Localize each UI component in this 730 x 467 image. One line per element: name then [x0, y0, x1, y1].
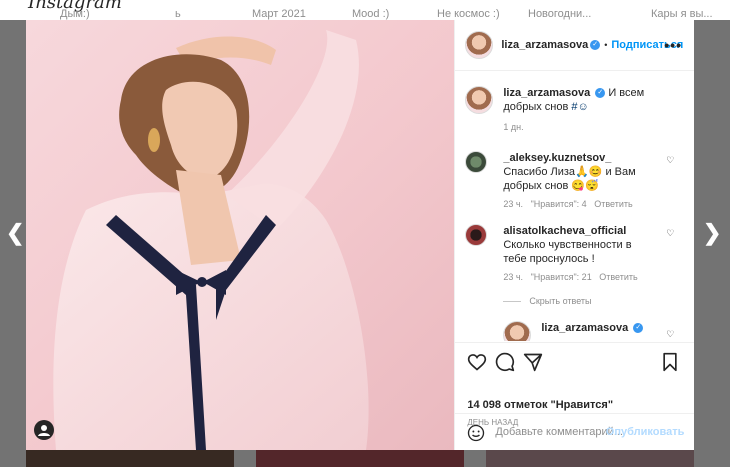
verified-badge-icon: ✓ [595, 88, 606, 99]
commenter-username[interactable]: alisatolkacheva_official [503, 225, 626, 237]
reply-item: liza_arzamasova ✓ ♡ [503, 321, 694, 341]
reply-username[interactable]: liza_arzamasova [541, 322, 628, 334]
share-send-icon[interactable] [523, 352, 543, 377]
caption-username[interactable]: liza_arzamasova [503, 87, 590, 99]
post-modal: liza_arzamasova ✓ • Подписаться ••• liza… [26, 20, 695, 451]
comment-age: 23 ч. [503, 272, 524, 282]
more-options-label: ••• [664, 37, 682, 53]
like-comment-heart-icon[interactable]: ♡ [666, 228, 674, 239]
caption-age: 1 дн. [503, 122, 524, 132]
reply-avatar[interactable] [503, 321, 532, 341]
hide-replies-toggle[interactable]: Скрыть ответы [503, 296, 592, 306]
separator-dot: • [604, 40, 608, 50]
comment-likes[interactable]: "Нравится": 4 [531, 199, 587, 209]
highlight-label[interactable]: ь [175, 8, 181, 20]
highlight-label[interactable]: Март 2021 [252, 8, 306, 20]
author-username[interactable]: liza_arzamasova [501, 39, 588, 51]
caption: liza_arzamasova ✓ И всем добрых снов #☺ … [465, 86, 685, 132]
next-post-arrow-icon[interactable]: ❯ [703, 222, 721, 244]
highlight-label[interactable]: Не космос :) [437, 8, 500, 20]
comment-item: _aleksey.kuznetsov_ Спасибо Лиза🙏😊 и Вам… [465, 151, 694, 209]
caption-hashtag[interactable]: #☺ [571, 101, 588, 113]
verified-badge-icon: ✓ [633, 323, 644, 334]
likes-count[interactable]: 14 098 отметок "Нравится" [467, 399, 613, 411]
comment-input[interactable]: Добавьте комментарий... [495, 426, 623, 438]
highlight-label[interactable]: Mood :) [352, 8, 389, 20]
reply-button[interactable]: Ответить [599, 272, 637, 282]
highlight-label[interactable]: Дым:) [60, 8, 90, 20]
highlight-label[interactable]: Кары я вы... [651, 8, 713, 20]
commenter-username[interactable]: _aleksey.kuznetsov_ [503, 152, 611, 164]
comment-likes[interactable]: "Нравится": 21 [531, 272, 592, 282]
background-header: Instagram Дым:) ь Март 2021 Mood :) Не к… [0, 0, 730, 20]
like-comment-heart-icon[interactable]: ♡ [666, 155, 674, 166]
post-photo[interactable] [26, 20, 455, 450]
commenter-avatar[interactable] [465, 151, 488, 173]
verified-badge-icon: ✓ [590, 40, 601, 50]
like-comment-heart-icon[interactable]: ♡ [666, 329, 674, 340]
post-image [53, 30, 369, 450]
author-avatar[interactable] [465, 31, 494, 59]
comment-bubble-icon[interactable] [495, 352, 515, 377]
add-comment-bar: Добавьте комментарий... Опубликовать [455, 413, 695, 451]
author-avatar[interactable] [465, 86, 494, 114]
hide-replies-label: Скрыть ответы [529, 296, 592, 306]
publish-button[interactable]: Опубликовать [606, 426, 685, 438]
more-options-icon[interactable]: ••• [664, 37, 682, 53]
previous-post-arrow-icon[interactable]: ❮ [6, 222, 24, 244]
highlight-label[interactable]: Новогодни... [528, 8, 591, 20]
emoji-smiley-icon[interactable] [467, 424, 485, 447]
reply-button[interactable]: Ответить [594, 199, 632, 209]
comment-text: Сколько чувственности в тебе проснулось … [503, 239, 632, 265]
like-heart-icon[interactable] [467, 352, 487, 377]
post-header: liza_arzamasova ✓ • Подписаться ••• [455, 20, 694, 71]
comment-text: Спасибо Лиза🙏😊 и Вам добрых снов 😋😴 [503, 166, 636, 192]
post-side-panel: liza_arzamasova ✓ • Подписаться ••• liza… [454, 20, 695, 451]
reply-divider [503, 301, 522, 303]
comment-age: 23 ч. [503, 199, 524, 209]
save-bookmark-icon[interactable] [661, 352, 679, 377]
comments-list[interactable]: liza_arzamasova ✓ И всем добрых снов #☺ … [455, 71, 694, 341]
commenter-avatar[interactable] [465, 224, 488, 246]
comment-item: alisatolkacheva_official Сколько чувстве… [465, 224, 694, 282]
user-tag-icon[interactable] [34, 420, 54, 440]
